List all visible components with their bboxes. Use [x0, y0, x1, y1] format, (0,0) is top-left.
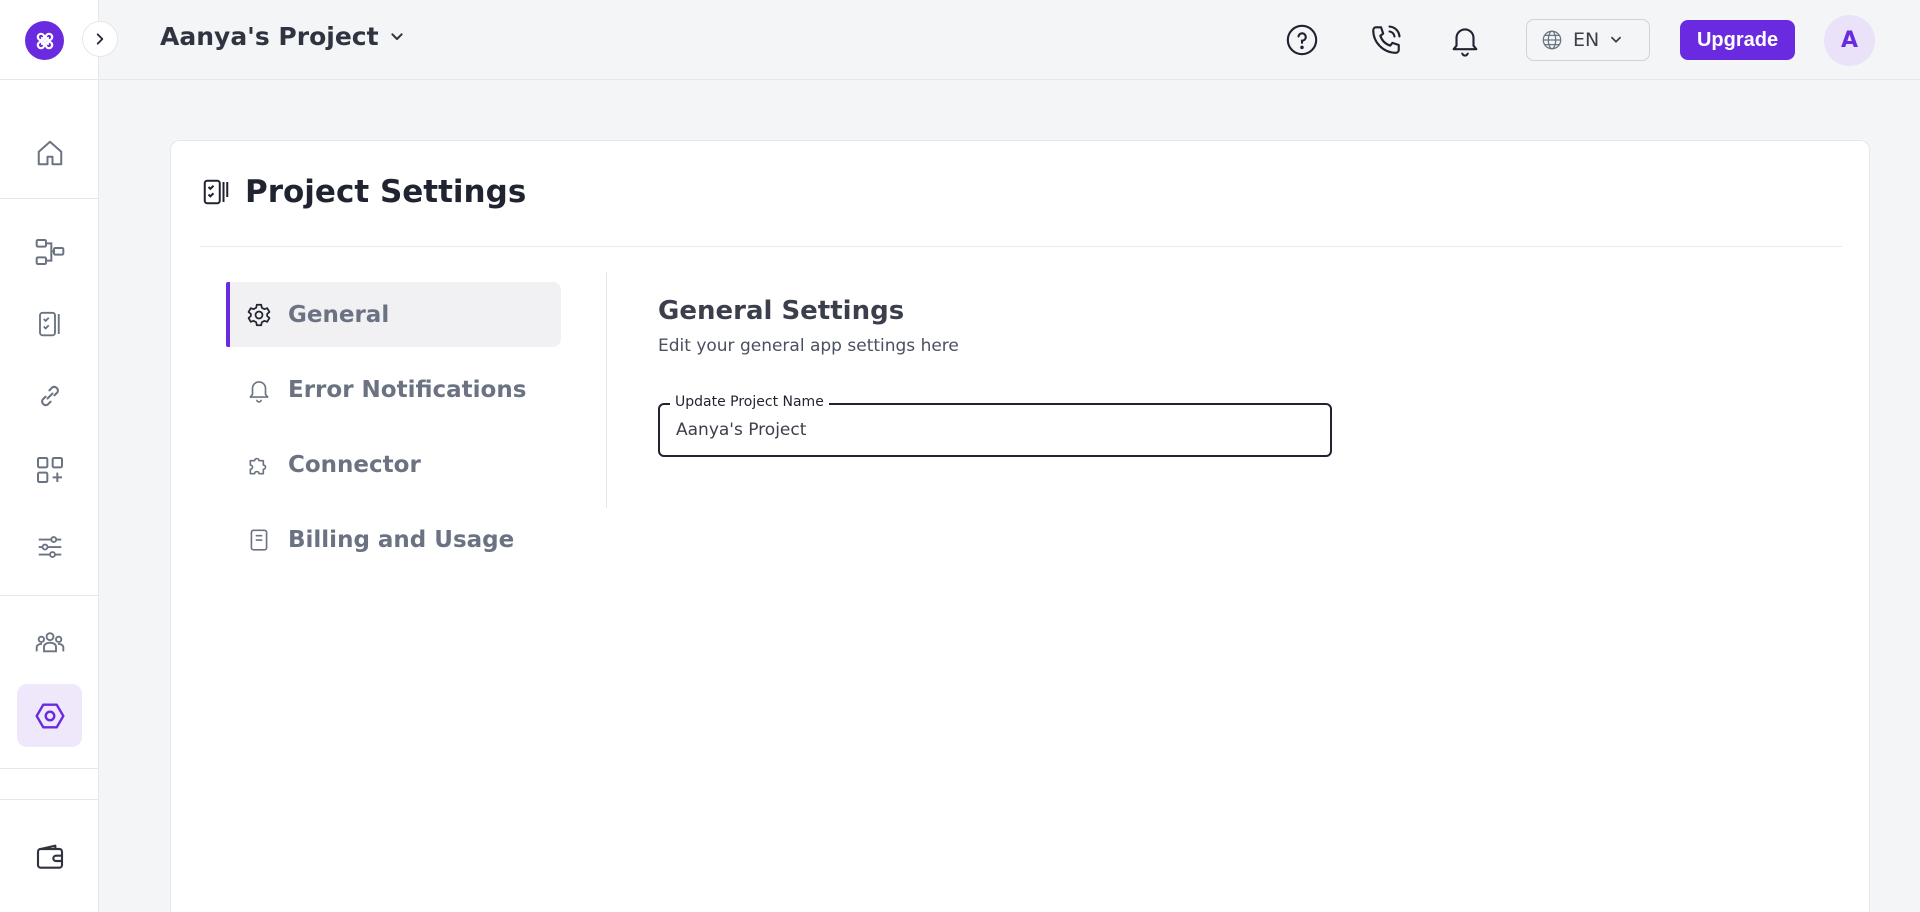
rail-divider: [0, 198, 99, 199]
rail-item-home[interactable]: [17, 121, 82, 184]
language-selector[interactable]: EN: [1526, 19, 1650, 61]
logo-icon: [36, 32, 53, 49]
page-title-row: Project Settings: [201, 174, 526, 210]
project-name: Aanya's Project: [160, 22, 379, 51]
rail-item-links[interactable]: [17, 364, 82, 427]
hexagon-settings-icon: [34, 702, 65, 729]
subnav-item-general[interactable]: General: [226, 282, 561, 347]
bell-icon: [249, 380, 269, 403]
subnav-label: Billing and Usage: [288, 526, 515, 553]
rail-item-workflows[interactable]: [17, 220, 82, 283]
upgrade-button[interactable]: Upgrade: [1680, 20, 1795, 60]
avatar[interactable]: A: [1824, 15, 1875, 66]
project-name-input[interactable]: [660, 405, 1330, 455]
title-divider: [200, 246, 1842, 247]
subnav-label: Connector: [288, 451, 421, 478]
home-icon: [37, 140, 62, 165]
workflow-icon: [35, 238, 64, 265]
checklist-icon: [38, 311, 60, 336]
checklist-icon: [203, 179, 229, 205]
chevron-down-icon: [390, 32, 403, 40]
rail-item-tasks[interactable]: [17, 292, 82, 355]
expand-sidebar-button[interactable]: [82, 21, 118, 57]
phone-icon: [1372, 25, 1401, 54]
wallet-icon: [36, 844, 63, 869]
puzzle-icon: [249, 457, 267, 474]
apps-add-icon: [36, 456, 63, 483]
rail-item-wallet[interactable]: [17, 825, 82, 888]
link-icon: [40, 385, 59, 406]
help-button[interactable]: [1282, 20, 1322, 60]
settings-subnav: General Error Notifications Connector Bi…: [226, 282, 561, 582]
general-settings-header: General Settings Edit your general app s…: [658, 296, 959, 356]
subnav-item-billing[interactable]: Billing and Usage: [226, 507, 561, 572]
receipt-icon: [250, 528, 268, 551]
globe-icon: [1542, 30, 1562, 50]
rail-divider: [0, 768, 99, 769]
page-title: Project Settings: [245, 174, 527, 210]
chevron-right-icon: [96, 33, 104, 45]
project-name-field: Update Project Name: [658, 394, 1332, 457]
gear-icon: [247, 303, 271, 326]
rail-item-apps[interactable]: [17, 438, 82, 501]
subnav-label: General: [288, 301, 390, 328]
notifications-button[interactable]: [1445, 20, 1485, 60]
settings-heading: General Settings: [658, 296, 905, 326]
subnav-label: Error Notifications: [288, 376, 527, 403]
language-label: EN: [1573, 29, 1600, 51]
top-header: Aanya's Project EN Upgrade A: [99, 0, 1920, 80]
call-button[interactable]: [1366, 20, 1406, 60]
sliders-icon: [38, 535, 61, 558]
rail-item-team[interactable]: [17, 610, 82, 673]
settings-subheading: Edit your general app settings here: [658, 336, 959, 356]
rail-divider: [0, 595, 99, 596]
left-rail: [0, 0, 99, 912]
brand-logo[interactable]: [25, 21, 64, 60]
chevron-down-icon: [1611, 36, 1622, 43]
bell-icon: [1452, 28, 1478, 57]
subnav-item-error-notifications[interactable]: Error Notifications: [226, 357, 561, 422]
project-settings-card: Project Settings General Error Notificat…: [170, 140, 1870, 912]
rail-item-filters[interactable]: [17, 515, 82, 578]
subnav-divider: [606, 272, 607, 508]
subnav-item-connector[interactable]: Connector: [226, 432, 561, 497]
rail-item-settings[interactable]: [17, 684, 82, 747]
help-icon: [1286, 24, 1318, 56]
team-icon: [35, 631, 64, 652]
project-switcher[interactable]: Aanya's Project: [160, 22, 405, 51]
rail-divider: [0, 799, 99, 800]
